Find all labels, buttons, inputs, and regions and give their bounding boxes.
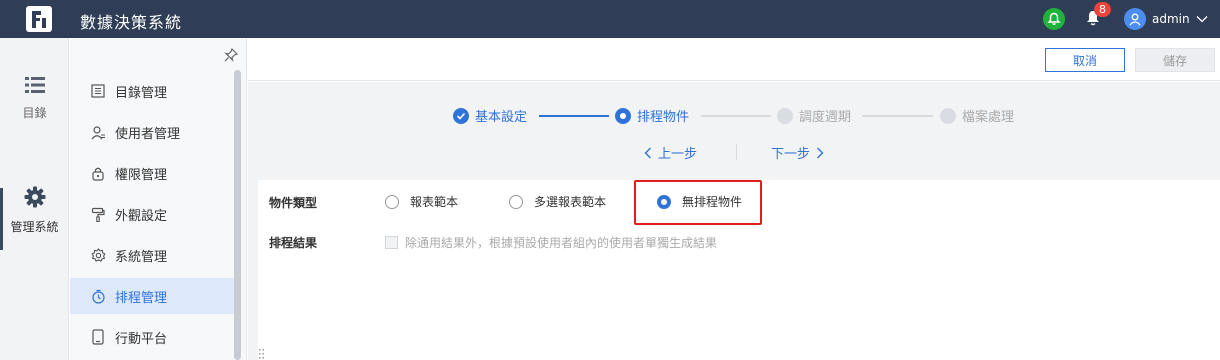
- radio-report-template[interactable]: 報表範本: [385, 193, 458, 210]
- list-icon: [24, 77, 45, 93]
- step-connector: [862, 115, 933, 117]
- checkbox-label: 除通用結果外，根據預設使用者組內的使用者單獨生成結果: [405, 236, 718, 250]
- prev-step-label: 上一步: [658, 147, 698, 162]
- pending-step-icon: [940, 107, 956, 124]
- chevron-right-icon: [817, 147, 824, 158]
- schedule-result-label: 排程結果: [269, 236, 318, 250]
- step-label: 排程物件: [637, 110, 690, 125]
- main-content: 基本設定 排程物件 調度週期 檔案處理 上一步 下一步 物件類型 報表範本 多選…: [248, 82, 1220, 360]
- nav-divider: [736, 144, 737, 160]
- user-menu[interactable]: admin: [1124, 7, 1208, 31]
- step-basic-settings[interactable]: 基本設定: [453, 106, 527, 125]
- menu-item-schedule[interactable]: 排程管理: [70, 278, 238, 314]
- radio-circle[interactable]: [509, 194, 523, 209]
- next-step-label: 下一步: [771, 147, 811, 162]
- menu-item-label: 目錄管理: [115, 85, 168, 101]
- action-bar: 取消 儲存: [248, 38, 1220, 81]
- sidebar-menu: 目錄管理 使用者管理 權限管理 外觀設定 系統管理 排程管理 行動平台: [70, 38, 247, 360]
- app-title: 數據決策系統: [80, 13, 183, 32]
- step-file-handling[interactable]: 檔案處理: [940, 106, 1014, 125]
- notification-count-badge: 8: [1094, 2, 1111, 17]
- resize-grip-icon[interactable]: [258, 348, 266, 360]
- app-logo-icon[interactable]: [25, 5, 53, 33]
- paint-roller-icon: [90, 206, 106, 222]
- highlight-annotation: [634, 180, 762, 225]
- menu-item-catalog[interactable]: 目錄管理: [70, 73, 238, 109]
- next-step-link[interactable]: 下一步: [771, 143, 824, 162]
- menu-item-appearance[interactable]: 外觀設定: [70, 196, 238, 232]
- gear-icon: [24, 186, 45, 208]
- timer-icon: [90, 288, 106, 304]
- user-icon: [90, 124, 106, 140]
- step-label: 檔案處理: [962, 110, 1015, 125]
- menu-item-label: 使用者管理: [115, 126, 181, 142]
- prev-step-link[interactable]: 上一步: [644, 143, 697, 162]
- menu-item-label: 行動平台: [115, 331, 168, 347]
- step-connector: [701, 115, 771, 117]
- sidebar-scrollbar[interactable]: [234, 70, 241, 360]
- radio-label: 報表範本: [410, 195, 459, 209]
- top-bar: 數據決策系統 8 admin: [0, 0, 1220, 38]
- menu-item-users[interactable]: 使用者管理: [70, 114, 238, 150]
- avatar-icon: [1124, 8, 1146, 30]
- step-connector: [539, 115, 609, 117]
- step-schedule-object[interactable]: 排程物件: [615, 106, 689, 125]
- menu-item-label: 外觀設定: [115, 208, 168, 224]
- gear-icon: [90, 247, 106, 263]
- current-step-icon: [615, 107, 631, 124]
- cancel-button[interactable]: 取消: [1045, 48, 1125, 72]
- menu-item-label: 系統管理: [115, 249, 168, 265]
- rail-item-label: 目錄: [22, 106, 47, 120]
- chevron-down-icon: [1196, 16, 1208, 23]
- step-label: 調度週期: [799, 110, 852, 125]
- menu-item-system[interactable]: 系統管理: [70, 237, 238, 273]
- chevron-left-icon: [644, 147, 651, 158]
- menu-item-label: 權限管理: [115, 167, 168, 183]
- menu-item-label: 排程管理: [115, 290, 168, 306]
- rail-item-management[interactable]: 管理系統: [0, 186, 69, 235]
- save-button[interactable]: 儲存: [1135, 48, 1215, 72]
- mobile-icon: [90, 329, 106, 345]
- radio-label: 多選報表範本: [534, 195, 607, 209]
- catalog-icon: [90, 83, 106, 99]
- menu-item-permissions[interactable]: 權限管理: [70, 155, 238, 191]
- disabled-checkbox[interactable]: [385, 236, 398, 249]
- pin-icon[interactable]: [223, 47, 239, 63]
- result-per-user-option[interactable]: 除通用結果外，根據預設使用者組內的使用者單獨生成結果: [385, 234, 717, 251]
- step-label: 基本設定: [475, 110, 528, 125]
- rail-item-label: 管理系統: [10, 220, 59, 234]
- form-panel: 物件類型 報表範本 多選報表範本 無排程物件 排程結果 除通用結果外，根據預設使…: [258, 180, 1220, 360]
- rail-item-catalog[interactable]: 目錄: [0, 76, 69, 121]
- lock-icon: [90, 165, 106, 181]
- left-rail: 目錄 管理系統: [0, 38, 69, 360]
- radio-multi-report-template[interactable]: 多選報表範本: [509, 193, 606, 210]
- user-name: admin: [1152, 12, 1190, 26]
- message-bell-icon[interactable]: [1043, 8, 1065, 30]
- object-type-label: 物件類型: [269, 196, 318, 210]
- check-circle-icon: [453, 107, 469, 124]
- step-dispatch-cycle[interactable]: 調度週期: [777, 106, 851, 125]
- menu-item-mobile[interactable]: 行動平台: [70, 319, 238, 355]
- pending-step-icon: [777, 107, 793, 124]
- radio-circle[interactable]: [385, 194, 399, 209]
